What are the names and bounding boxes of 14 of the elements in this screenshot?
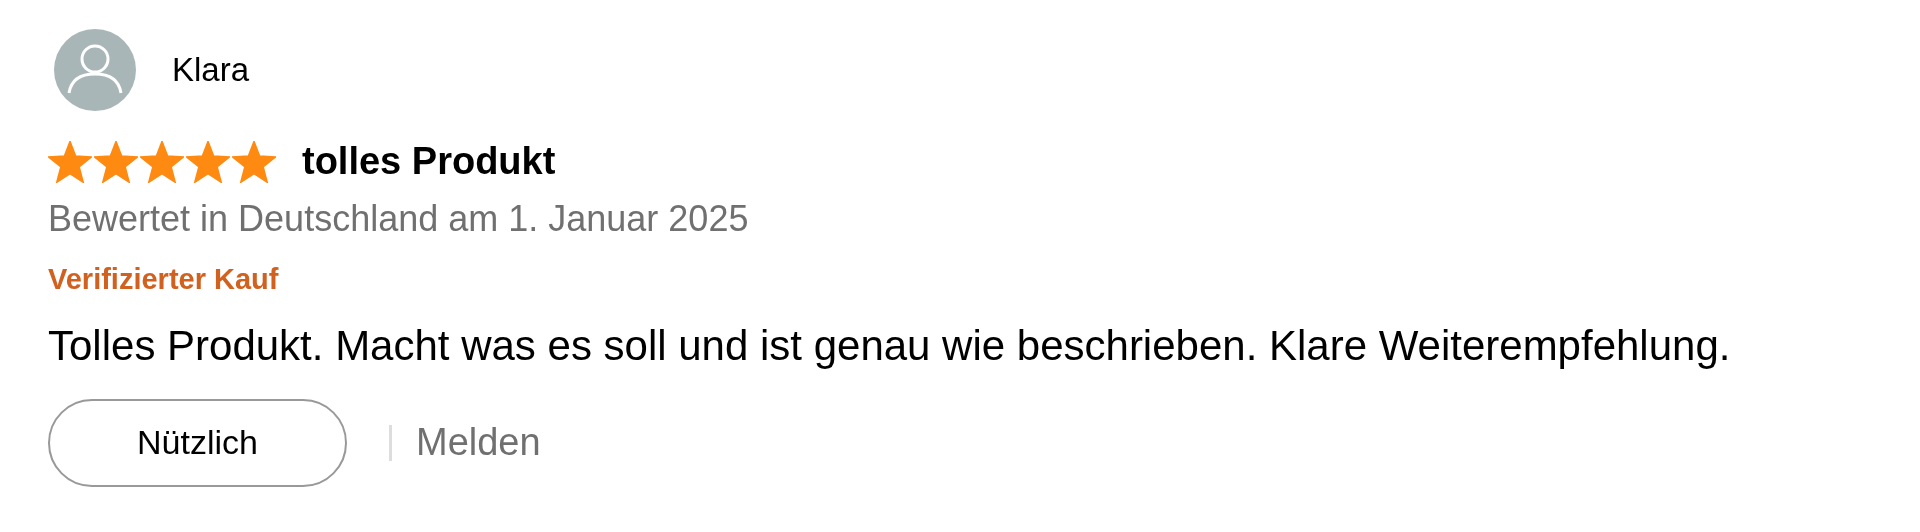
- report-link[interactable]: Melden: [416, 414, 541, 471]
- review-title: tolles Produkt: [302, 139, 556, 184]
- filled-star-icon: [48, 140, 92, 183]
- verified-purchase-label: Verifizierter Kauf: [48, 262, 279, 297]
- divider: [389, 424, 392, 461]
- review-text: Tolles Produkt. Macht was es soll und ist genau wie beschrieben. Klare Weiterempfehlung.: [48, 320, 1731, 371]
- filled-star-icon: [140, 140, 184, 183]
- review-date: Bewertet in Deutschland am 1. Januar 2025: [48, 197, 749, 241]
- reviewer-name: Klara: [172, 50, 250, 91]
- avatar-icon: [54, 29, 136, 111]
- filled-star-icon: [232, 140, 276, 183]
- filled-star-icon: [186, 140, 230, 183]
- helpful-button[interactable]: Nützlich: [48, 398, 347, 487]
- filled-star-icon: [94, 140, 138, 183]
